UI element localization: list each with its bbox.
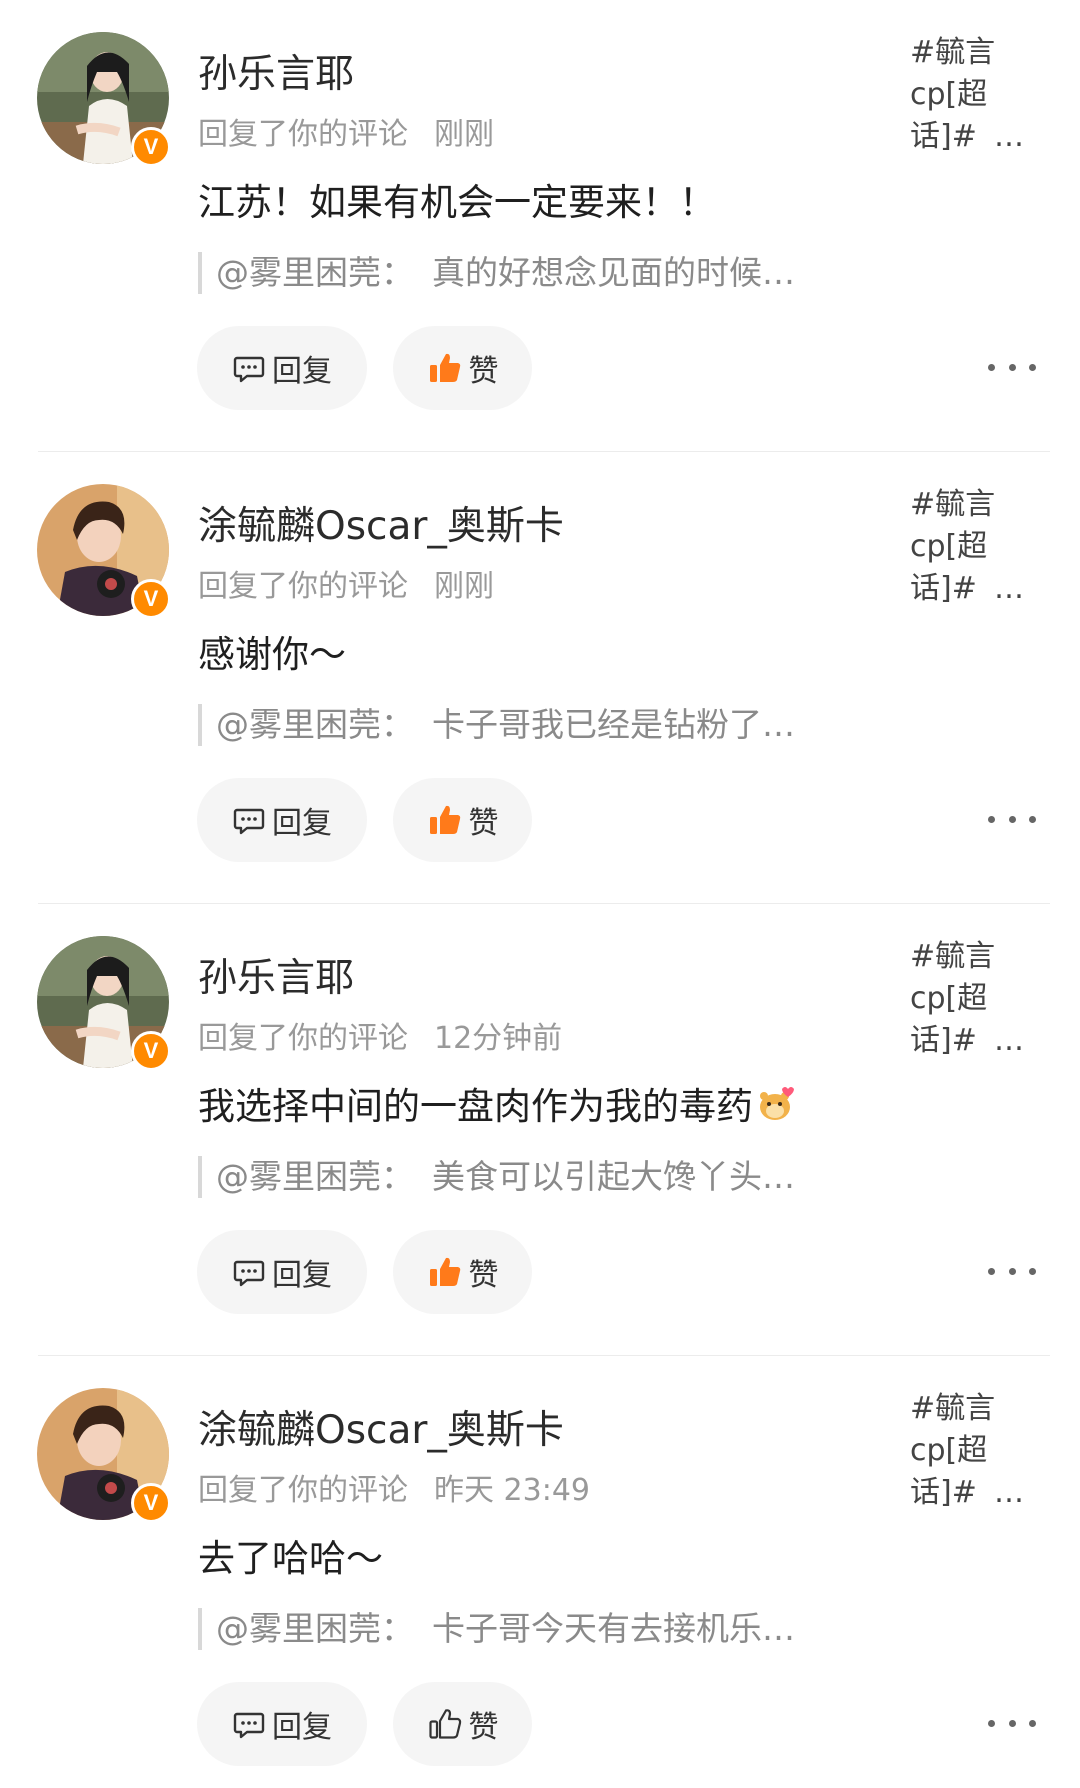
username[interactable]: 涂毓麟Oscar_奥斯卡 bbox=[198, 1406, 564, 1456]
reply-label: 回复 bbox=[272, 806, 332, 841]
username[interactable]: 孙乐言耶 bbox=[198, 954, 354, 1004]
quote-user: @雾里困莞： bbox=[216, 1609, 414, 1648]
verified-badge: V bbox=[131, 1483, 171, 1523]
quote-user: @雾里困莞： bbox=[216, 705, 414, 744]
like-button[interactable]: 赞 bbox=[393, 1682, 532, 1766]
quoted-comment[interactable]: @雾里困莞： 卡子哥今天有去接机乐… bbox=[198, 1608, 795, 1650]
comment-item[interactable]: V 涂毓麟Oscar_奥斯卡 回复了你的评论 刚刚 #毓言cp[超话]#… 感谢你… bbox=[0, 452, 1080, 904]
comment-item[interactable]: V 孙乐言耶 回复了你的评论 刚刚 #毓言cp[超话]#… 江苏！如果有机会一定要… bbox=[0, 0, 1080, 452]
timestamp: 刚刚 bbox=[434, 117, 494, 152]
more-icon[interactable] bbox=[988, 804, 1036, 834]
thumbs-up-filled-icon bbox=[427, 350, 463, 386]
topic-text: #毓言cp[超话]# bbox=[910, 1391, 996, 1510]
reply-button[interactable]: 回复 bbox=[197, 778, 367, 862]
username[interactable]: 涂毓麟Oscar_奥斯卡 bbox=[198, 502, 564, 552]
reply-label: 回复 bbox=[272, 354, 332, 389]
comment-icon bbox=[232, 1707, 266, 1741]
username[interactable]: 孙乐言耶 bbox=[198, 50, 354, 100]
comment-content: 去了哈哈～ bbox=[198, 1537, 383, 1580]
comment-meta: 回复了你的评论 昨天 23:49 bbox=[198, 1471, 590, 1511]
quote-user: @雾里困莞： bbox=[216, 1157, 414, 1196]
verified-badge: V bbox=[131, 579, 171, 619]
like-button[interactable]: 赞 bbox=[393, 1230, 532, 1314]
action-text: 回复了你的评论 bbox=[198, 117, 408, 152]
timestamp: 刚刚 bbox=[434, 569, 494, 604]
like-label: 赞 bbox=[468, 354, 499, 389]
thumbs-up-filled-icon bbox=[427, 802, 463, 838]
timestamp: 12分钟前 bbox=[434, 1021, 563, 1056]
action-text: 回复了你的评论 bbox=[198, 1021, 408, 1056]
topic-text: #毓言cp[超话]# bbox=[910, 487, 996, 606]
hamster-love-icon bbox=[755, 1083, 797, 1138]
quote-user: @雾里困莞： bbox=[216, 253, 414, 292]
topic-tag[interactable]: #毓言cp[超话]#… bbox=[910, 484, 1030, 610]
thumbs-up-outline-icon bbox=[427, 1706, 463, 1742]
topic-ellipsis: … bbox=[994, 1023, 1024, 1058]
comment-icon bbox=[232, 1255, 266, 1289]
comment-content: 我选择中间的一盘肉作为我的毒药 bbox=[198, 1082, 797, 1138]
reply-button[interactable]: 回复 bbox=[197, 1682, 367, 1766]
topic-tag[interactable]: #毓言cp[超话]#… bbox=[910, 936, 1030, 1062]
thumbs-up-filled-icon bbox=[427, 1254, 463, 1290]
like-label: 赞 bbox=[468, 1258, 499, 1293]
topic-ellipsis: … bbox=[994, 1475, 1024, 1510]
topic-text: #毓言cp[超话]# bbox=[910, 939, 996, 1058]
verified-badge: V bbox=[131, 1031, 171, 1071]
reply-label: 回复 bbox=[272, 1710, 332, 1745]
reply-button[interactable]: 回复 bbox=[197, 326, 367, 410]
comment-icon bbox=[232, 803, 266, 837]
quoted-comment[interactable]: @雾里困莞： 卡子哥我已经是钻粉了… bbox=[198, 704, 795, 746]
action-text: 回复了你的评论 bbox=[198, 1473, 408, 1508]
reply-label: 回复 bbox=[272, 1258, 332, 1293]
comment-content: 感谢你～ bbox=[198, 633, 346, 676]
comment-meta: 回复了你的评论 刚刚 bbox=[198, 115, 494, 155]
timestamp: 昨天 23:49 bbox=[434, 1473, 590, 1508]
notification-list: V 孙乐言耶 回复了你的评论 刚刚 #毓言cp[超话]#… 江苏！如果有机会一定要… bbox=[0, 0, 1080, 1788]
comment-icon bbox=[232, 351, 266, 385]
more-icon[interactable] bbox=[988, 1708, 1036, 1738]
quote-text: 卡子哥今天有去接机乐… bbox=[432, 1609, 795, 1648]
topic-ellipsis: … bbox=[994, 119, 1024, 154]
topic-text: #毓言cp[超话]# bbox=[910, 35, 996, 154]
like-button[interactable]: 赞 bbox=[393, 326, 532, 410]
topic-ellipsis: … bbox=[994, 571, 1024, 606]
like-label: 赞 bbox=[468, 1710, 499, 1745]
quoted-comment[interactable]: @雾里困莞： 真的好想念见面的时候… bbox=[198, 252, 795, 294]
topic-tag[interactable]: #毓言cp[超话]#… bbox=[910, 32, 1030, 158]
quote-text: 美食可以引起大馋丫头… bbox=[432, 1157, 795, 1196]
quoted-comment[interactable]: @雾里困莞： 美食可以引起大馋丫头… bbox=[198, 1156, 795, 1198]
reply-button[interactable]: 回复 bbox=[197, 1230, 367, 1314]
verified-badge: V bbox=[131, 127, 171, 167]
comment-meta: 回复了你的评论 12分钟前 bbox=[198, 1019, 562, 1059]
comment-content: 江苏！如果有机会一定要来！！ bbox=[198, 181, 716, 224]
comment-item[interactable]: V 孙乐言耶 回复了你的评论 12分钟前 #毓言cp[超话]#… 我选择中间的一盘… bbox=[0, 904, 1080, 1356]
quote-text: 卡子哥我已经是钻粉了… bbox=[432, 705, 795, 744]
like-label: 赞 bbox=[468, 806, 499, 841]
comment-meta: 回复了你的评论 刚刚 bbox=[198, 567, 494, 607]
more-icon[interactable] bbox=[988, 1256, 1036, 1286]
like-button[interactable]: 赞 bbox=[393, 778, 532, 862]
comment-item[interactable]: V 涂毓麟Oscar_奥斯卡 回复了你的评论 昨天 23:49 #毓言cp[超话]… bbox=[0, 1356, 1080, 1788]
more-icon[interactable] bbox=[988, 352, 1036, 382]
comment-text: 我选择中间的一盘肉作为我的毒药 bbox=[198, 1085, 753, 1128]
quote-text: 真的好想念见面的时候… bbox=[432, 253, 795, 292]
topic-tag[interactable]: #毓言cp[超话]#… bbox=[910, 1388, 1030, 1514]
action-text: 回复了你的评论 bbox=[198, 569, 408, 604]
